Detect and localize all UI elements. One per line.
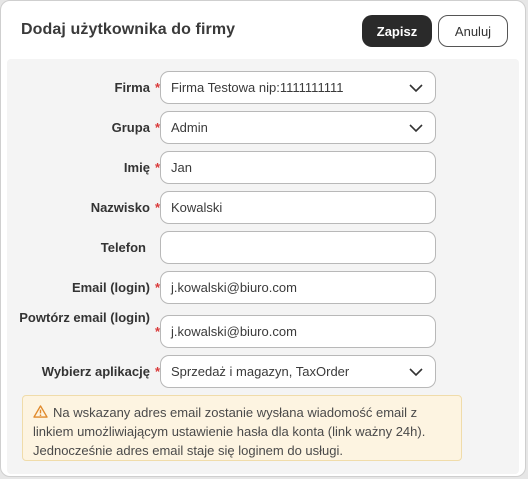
app-select-value: Sprzedaż i magazyn, TaxOrder [171,364,350,379]
dialog-header: Dodaj użytkownika do firmy Zapisz Anuluj [1,1,525,59]
email-repeat-row: Powtórz email (login) * j.kowalski@biuro… [7,311,519,351]
email-notice: Na wskazany adres email zostanie wysłana… [22,395,462,461]
chevron-down-icon [409,124,423,133]
warning-icon [33,405,48,418]
group-select[interactable]: Admin [160,111,436,144]
phone-label: Telefon [100,240,146,255]
group-row: Grupa * Admin [7,111,519,144]
last-name-label: Nazwisko * [90,200,160,215]
first-name-row: Imię * Jan [7,151,519,184]
app-row: Wybierz aplikację * Sprzedaż i magazyn, T… [7,355,519,388]
email-row: Email (login) * j.kowalski@biuro.com [7,271,519,304]
app-label: Wybierz aplikację * [41,364,160,379]
notice-line-1: Na wskazany adres email zostanie wysłana… [33,403,451,422]
group-select-value: Admin [171,120,208,135]
company-select[interactable]: Firma Testowa nip:1111111111 [160,71,436,104]
group-label: Grupa * [111,120,160,135]
company-row: Firma * Firma Testowa nip:1111111111 [7,71,519,104]
first-name-input[interactable]: Jan [160,151,436,184]
email-repeat-value: j.kowalski@biuro.com [171,324,297,339]
cancel-button[interactable]: Anuluj [438,15,508,47]
first-name-value: Jan [171,160,192,175]
dialog-title: Dodaj użytkownika do firmy [21,21,236,38]
phone-input[interactable] [160,231,436,264]
phone-row: Telefon [7,231,519,264]
email-label: Email (login) * [71,280,160,295]
chevron-down-icon [409,368,423,377]
app-select[interactable]: Sprzedaż i magazyn, TaxOrder [160,355,436,388]
last-name-value: Kowalski [171,200,223,215]
email-repeat-label: Powtórz email (login) * [19,310,160,339]
notice-line-2: linkiem umożliwiającym ustawienie hasła … [33,424,426,439]
company-select-value: Firma Testowa nip:1111111111 [171,80,344,95]
email-value: j.kowalski@biuro.com [171,280,297,295]
email-repeat-input[interactable]: j.kowalski@biuro.com [160,315,436,348]
first-name-label: Imię * [123,160,160,175]
chevron-down-icon [409,84,423,93]
last-name-row: Nazwisko * Kowalski [7,191,519,224]
form-body: Firma * Firma Testowa nip:1111111111 Grup… [7,59,519,474]
email-input[interactable]: j.kowalski@biuro.com [160,271,436,304]
notice-line-3: Jednocześnie adres email staje się login… [33,443,344,458]
company-label: Firma * [114,80,160,95]
add-user-dialog: Dodaj użytkownika do firmy Zapisz Anuluj… [0,0,526,477]
last-name-input[interactable]: Kowalski [160,191,436,224]
save-button[interactable]: Zapisz [362,15,432,47]
